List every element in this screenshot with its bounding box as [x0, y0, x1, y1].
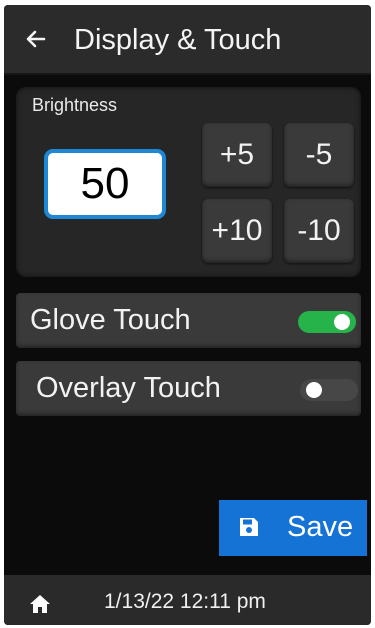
brightness-minus10-button[interactable]: -10	[284, 199, 354, 263]
status-bar: 1/13/22 12:11 pm	[4, 575, 371, 625]
floppy-disk-icon	[240, 518, 258, 536]
save-button[interactable]: Save	[219, 500, 367, 556]
header-bar: Display & Touch	[4, 5, 371, 75]
brightness-plus5-button[interactable]: +5	[202, 123, 272, 187]
overlay-touch-row[interactable]: Overlay Touch	[16, 361, 361, 416]
glove-touch-label: Glove Touch	[30, 304, 191, 336]
overlay-touch-toggle[interactable]	[300, 379, 358, 401]
device-screen: Display & Touch Brightness 50 +5 -5 +10 …	[4, 5, 371, 625]
toggle-knob	[334, 314, 350, 330]
brightness-minus5-button[interactable]: -5	[284, 123, 354, 187]
arrow-left-icon	[26, 30, 46, 48]
datetime-display: 1/13/22 12:11 pm	[104, 590, 266, 613]
home-icon	[30, 595, 50, 613]
back-button[interactable]	[20, 23, 52, 55]
page-title: Display & Touch	[74, 24, 282, 56]
glove-touch-row[interactable]: Glove Touch	[16, 293, 361, 348]
brightness-panel: Brightness 50 +5 -5 +10 -10	[16, 87, 361, 277]
brightness-plus10-button[interactable]: +10	[202, 199, 272, 263]
home-button[interactable]	[28, 592, 52, 616]
glove-touch-toggle[interactable]	[298, 311, 356, 333]
brightness-label: Brightness	[32, 95, 118, 115]
save-label: Save	[287, 511, 354, 543]
brightness-value-field[interactable]: 50	[44, 149, 166, 219]
overlay-touch-label: Overlay Touch	[36, 372, 221, 404]
toggle-knob	[306, 382, 322, 398]
